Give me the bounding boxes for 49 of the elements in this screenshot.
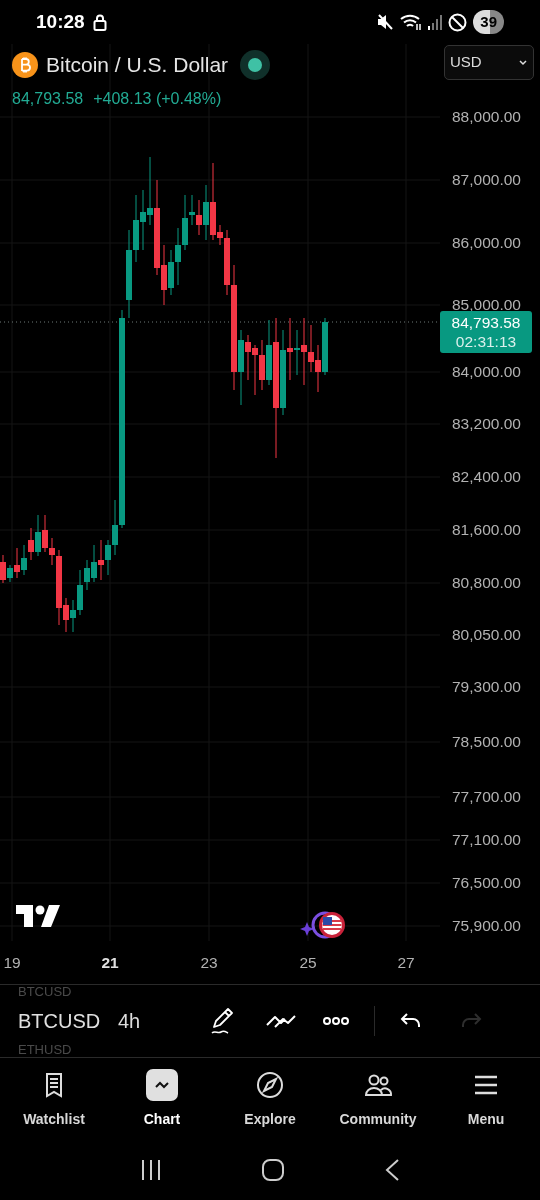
price-axis-label: 86,000.00: [452, 234, 521, 252]
time-axis-label: 25: [299, 954, 317, 972]
price-axis-label: 78,500.00: [452, 733, 521, 751]
symbol-title: Bitcoin / U.S. Dollar: [46, 52, 229, 78]
current-price: 84,793.58: [12, 88, 84, 109]
bitcoin-icon: [12, 51, 38, 78]
chart-icon: [146, 1068, 178, 1101]
status-time: 10:28: [36, 9, 85, 34]
nav-tab[interactable]: Menu: [432, 1068, 540, 1130]
do-not-disturb-icon: [448, 12, 468, 32]
price-axis-label: 84,000.00: [452, 363, 521, 381]
logo-icon: [16, 905, 60, 927]
price-axis-label: 83,200.00: [452, 415, 521, 433]
price-axis-label: 76,500.00: [452, 874, 521, 892]
price-axis-label: 75,900.00: [452, 917, 521, 935]
interval-button[interactable]: 4h: [118, 1006, 178, 1036]
more-icon: [323, 1017, 349, 1025]
bar-countdown: 02:31:13: [455, 332, 517, 351]
lock-icon: [92, 13, 107, 31]
time-axis-label: 19: [3, 954, 21, 972]
mute-icon: [376, 13, 395, 31]
price-axis-label: 87,000.00: [452, 171, 521, 189]
time-axis-label: 23: [200, 954, 218, 972]
price-change: +408.13 (+0.48%): [93, 88, 222, 109]
chevron-down-icon: [518, 59, 528, 66]
home-icon[interactable]: [261, 1158, 285, 1182]
price-axis-label: 88,000.00: [452, 108, 521, 126]
price-axis-label: 80,800.00: [452, 574, 521, 592]
price-axis-label: 80,050.00: [452, 626, 521, 644]
price-axis-label: 79,300.00: [452, 678, 521, 696]
nav-tab[interactable]: Community: [324, 1068, 432, 1130]
price-axis-label: 85,000.00: [452, 296, 521, 314]
nav-tab[interactable]: Chart: [108, 1068, 216, 1130]
currency-dropdown[interactable]: USD: [444, 45, 534, 80]
recent-apps-icon[interactable]: [139, 1159, 162, 1181]
wifi-icon: [400, 13, 423, 31]
price-axis-label: 77,700.00: [452, 788, 521, 806]
last-price: 84,793.58: [451, 313, 521, 332]
time-axis-label: 27: [397, 954, 415, 972]
symbol-picker-item[interactable]: BTCUSD: [18, 1010, 118, 1032]
nav-tab[interactable]: Explore: [216, 1068, 324, 1130]
price-axis-label: 77,100.00: [452, 831, 521, 849]
price-axis-label: 81,600.00: [452, 521, 521, 539]
price-axis-label: 82,400.00: [452, 468, 521, 486]
nav-tab[interactable]: Watchlist: [0, 1068, 108, 1130]
back-icon[interactable]: [384, 1158, 401, 1182]
battery-level: 39: [473, 9, 504, 35]
time-axis-label: 21: [101, 954, 119, 972]
signal-icon: [428, 14, 443, 30]
